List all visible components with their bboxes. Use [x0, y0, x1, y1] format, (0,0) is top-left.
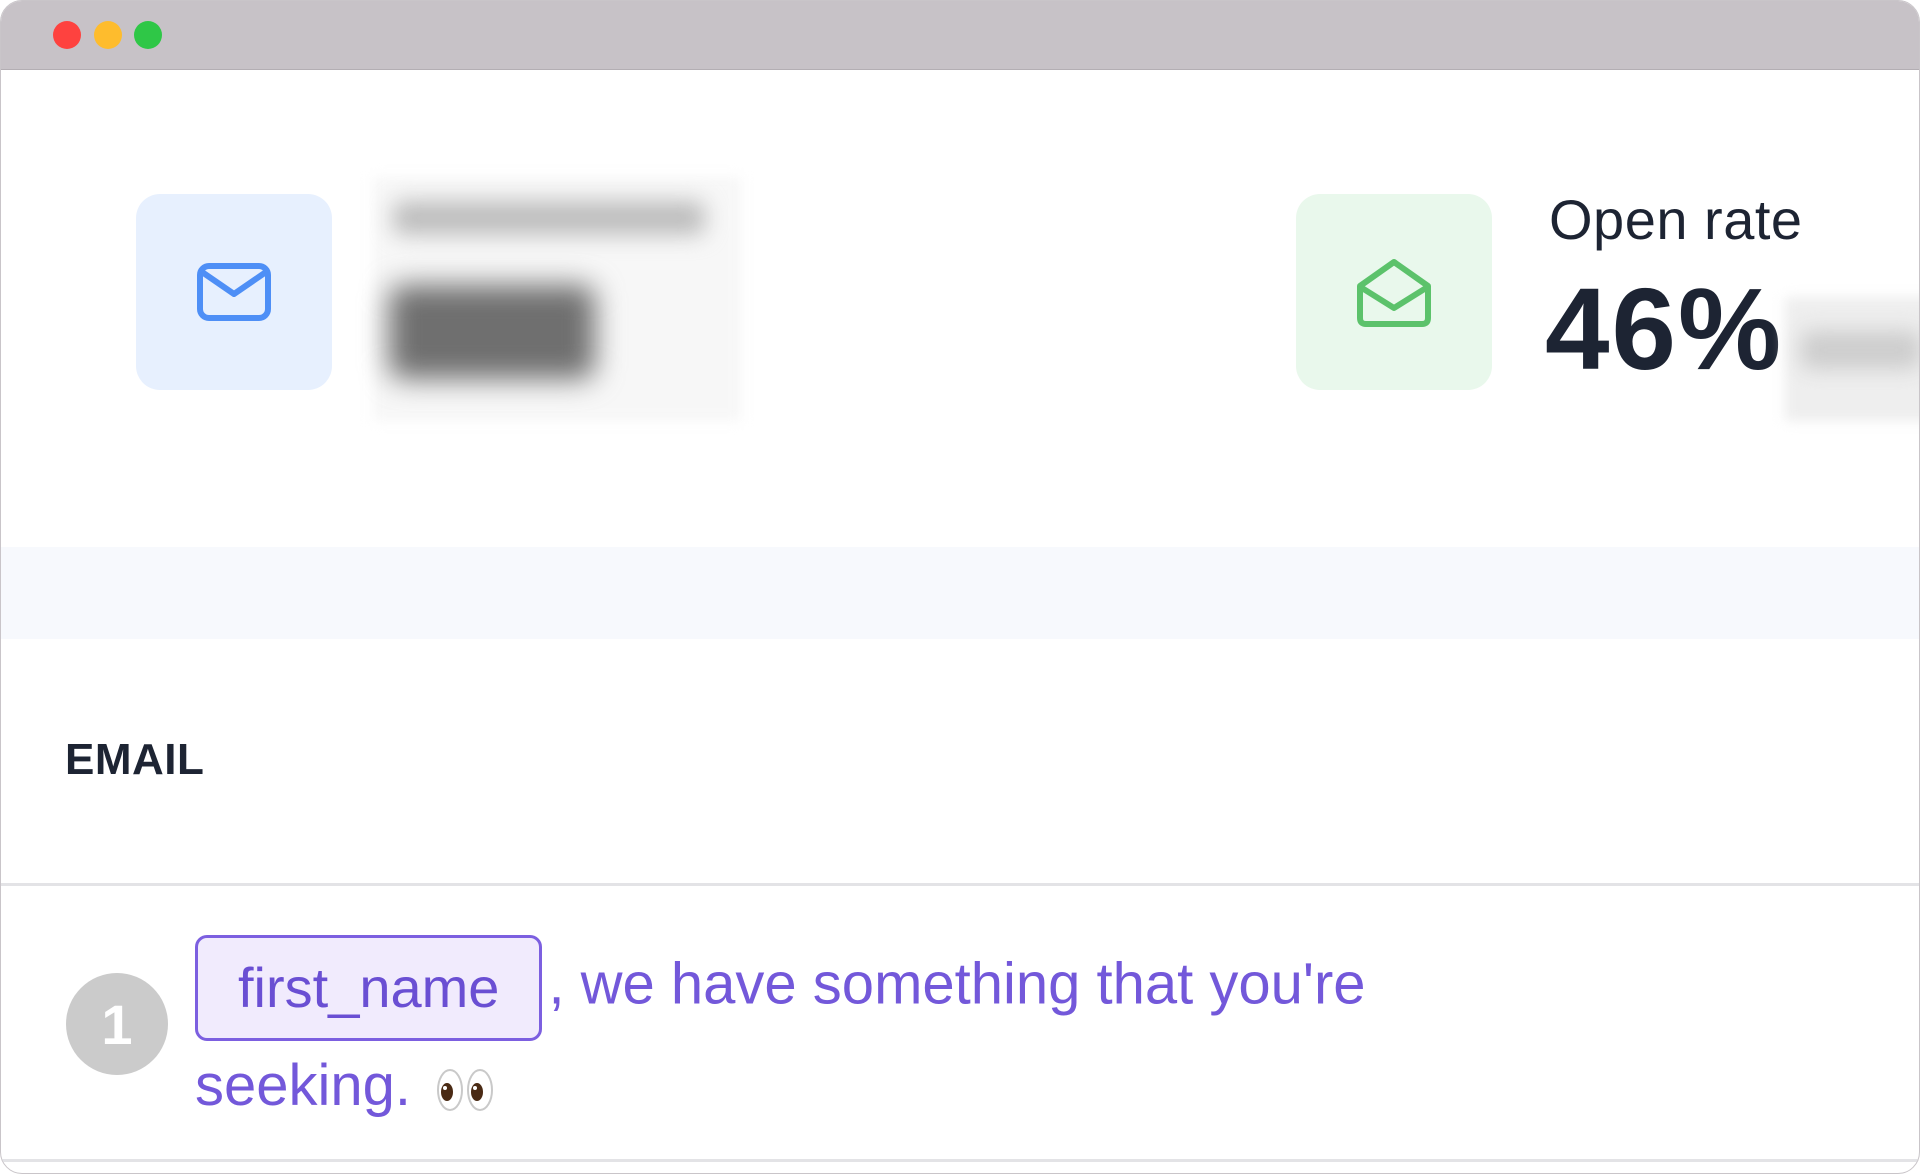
- section-title: EMAIL: [65, 735, 205, 784]
- minimize-window-button[interactable]: [94, 21, 122, 49]
- redacted-stat-extra: [1801, 331, 1919, 369]
- close-window-button[interactable]: [53, 21, 81, 49]
- open-rate-label: Open rate: [1549, 188, 1803, 251]
- window-titlebar: [1, 1, 1919, 70]
- email-subject-line[interactable]: first_name, we have something that you'r…: [195, 935, 1595, 1131]
- mail-icon: [197, 263, 271, 321]
- merge-tag-first-name[interactable]: first_name: [195, 935, 543, 1041]
- divider: [1, 1159, 1919, 1162]
- maximize-window-button[interactable]: [134, 21, 162, 49]
- app-window: Open rate 46% EMAIL 1 first_name, we hav…: [0, 0, 1920, 1174]
- mail-open-icon: [1357, 259, 1431, 327]
- redacted-stat-label: [393, 201, 705, 235]
- divider: [1, 883, 1919, 886]
- eyes-emoji-icon: [437, 1068, 494, 1112]
- emails-sent-icon-box: [136, 194, 332, 390]
- section-separator-band: [1, 547, 1919, 639]
- open-rate-icon-box: [1296, 194, 1492, 390]
- step-number-badge: 1: [66, 973, 168, 1075]
- open-rate-value: 46%: [1545, 264, 1784, 394]
- redacted-stat-value: [389, 285, 595, 379]
